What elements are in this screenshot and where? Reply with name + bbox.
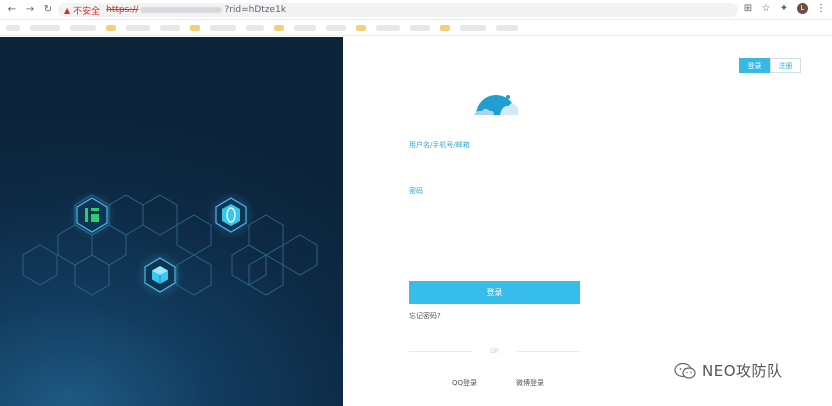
qq-login-link[interactable]: QQ登录	[452, 378, 477, 388]
forward-icon[interactable]: →	[24, 4, 36, 16]
username-label: 用户名/手机号/邮箱	[409, 141, 470, 149]
bookmark-item[interactable]	[70, 24, 96, 31]
browser-actions: ⊞ ☆ ✦ L ⋮	[743, 3, 826, 14]
menu-icon[interactable]: ⋮	[816, 3, 826, 14]
browser-toolbar: ← → ↻ ▲ 不安全 https:// ?rid=hDtze1k ⊞ ☆ ✦ …	[0, 0, 832, 20]
tab-login[interactable]: 登录	[739, 58, 770, 73]
watermark-text: NEO攻防队	[702, 362, 783, 380]
username-input[interactable]	[409, 151, 580, 165]
extensions-icon[interactable]: ✦	[779, 3, 789, 14]
bookmark-folder-icon[interactable]	[274, 24, 284, 31]
bookmark-folder-icon[interactable]	[440, 24, 450, 31]
forgot-password-link[interactable]: 忘记密码?	[409, 311, 441, 321]
or-label: OR	[490, 347, 499, 355]
login-button[interactable]: 登录	[409, 281, 580, 304]
bookmark-item[interactable]	[30, 24, 60, 31]
bookmark-item[interactable]	[246, 24, 264, 31]
bookmark-item[interactable]	[6, 24, 20, 31]
profile-avatar[interactable]: L	[797, 3, 808, 14]
bookmark-item[interactable]	[460, 24, 486, 31]
bookmark-item[interactable]	[410, 24, 430, 31]
bookmark-item[interactable]	[326, 24, 346, 31]
bookmark-item[interactable]	[126, 24, 150, 31]
url-scheme: https://	[106, 5, 139, 15]
back-icon[interactable]: ←	[6, 4, 18, 16]
tab-register[interactable]: 注册	[770, 58, 801, 73]
auth-tabs: 登录 注册	[739, 58, 801, 73]
password-input[interactable]	[409, 197, 580, 211]
bookmark-folder-icon[interactable]	[190, 24, 200, 31]
password-label: 密码	[409, 187, 423, 195]
warning-icon: ▲	[64, 5, 71, 15]
divider-line	[409, 350, 473, 352]
bookmark-item[interactable]	[376, 24, 400, 31]
bookmark-folder-icon[interactable]	[356, 24, 366, 31]
star-icon[interactable]: ☆	[761, 3, 771, 14]
bookmark-item[interactable]	[160, 24, 180, 31]
login-panel: 登录 注册 用户名/手机号/邮箱 密码 登录 忘记密码? OR QQ登录 微博登…	[343, 37, 832, 406]
bar-chart-icon	[85, 208, 88, 222]
wechat-icon	[674, 362, 696, 379]
bookmark-item[interactable]	[294, 24, 316, 31]
reload-icon[interactable]: ↻	[42, 4, 54, 16]
hexagon-network-graphic	[22, 191, 318, 299]
or-divider: OR	[409, 347, 580, 355]
address-bar[interactable]: ▲ 不安全 https:// ?rid=hDtze1k	[58, 3, 738, 17]
bookmark-item[interactable]	[210, 24, 236, 31]
weibo-login-link[interactable]: 微博登录	[516, 378, 544, 388]
cloud-logo-icon	[474, 95, 519, 115]
url-path: ?rid=hDtze1k	[224, 5, 287, 15]
divider-line	[516, 350, 580, 352]
bookmark-item[interactable]	[496, 24, 518, 31]
watermark: NEO攻防队	[674, 360, 783, 381]
bookmark-folder-icon[interactable]	[106, 24, 116, 31]
url-redacted	[140, 7, 223, 13]
insecure-label: 不安全	[73, 6, 101, 17]
hero-illustration-panel	[0, 37, 343, 406]
bookmarks-bar	[0, 20, 832, 36]
translate-icon[interactable]: ⊞	[743, 3, 753, 14]
